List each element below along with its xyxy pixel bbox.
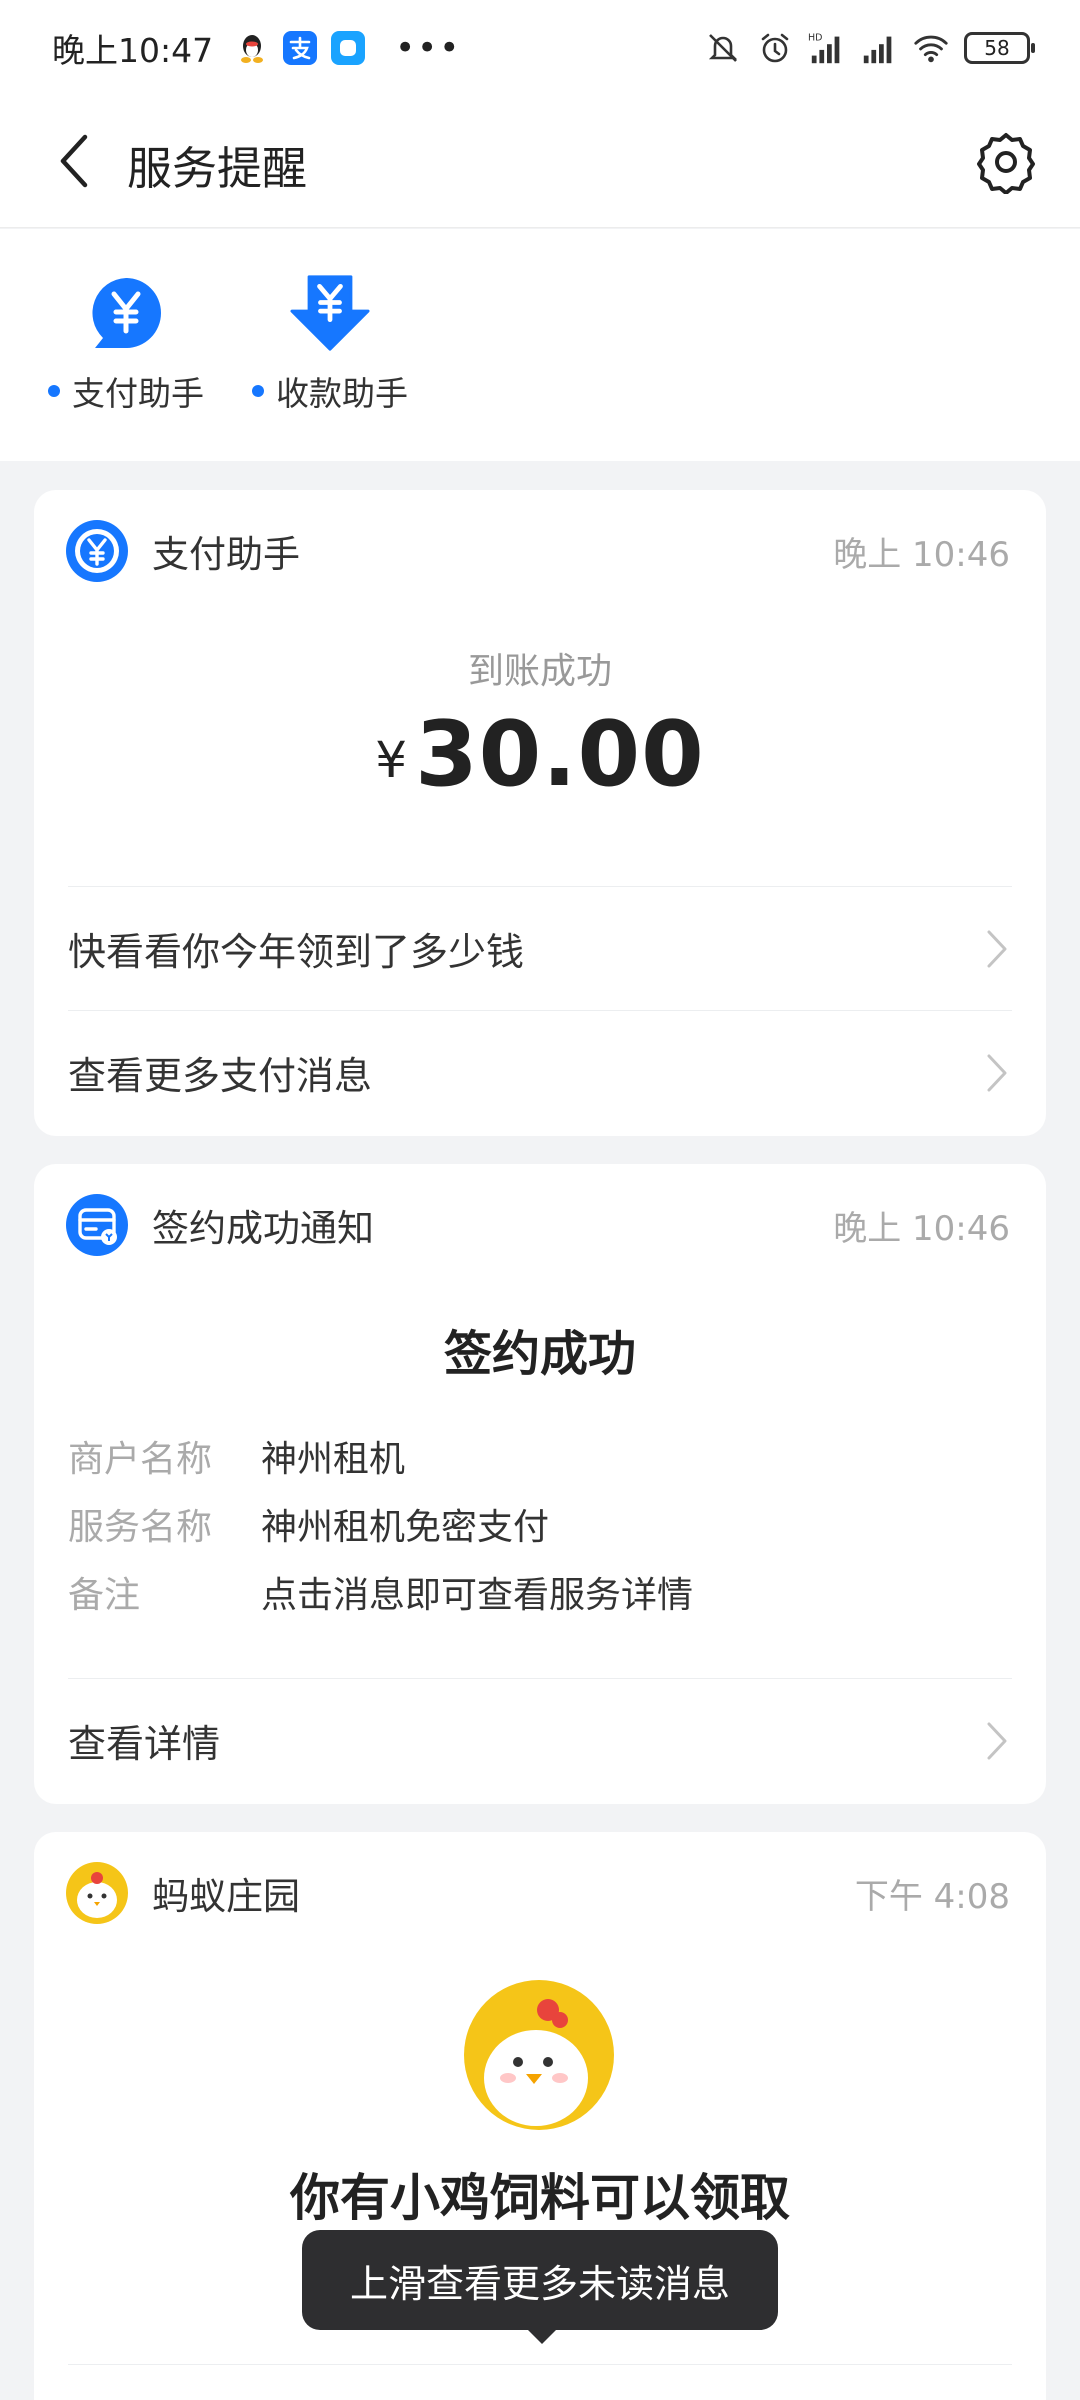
alarm-icon bbox=[756, 29, 794, 67]
chevron-right-icon bbox=[982, 1721, 1012, 1761]
contract-icon bbox=[66, 1194, 128, 1256]
field-service-name: 服务名称 神州租机免密支付 bbox=[68, 1498, 1012, 1550]
shortcut-label: 支付助手 bbox=[72, 374, 204, 413]
svg-text:HD: HD bbox=[808, 32, 822, 43]
row-divider bbox=[68, 2364, 1012, 2400]
payment-amount: ¥30.00 bbox=[34, 702, 1046, 807]
row-more-payment-messages[interactable]: 查看更多支付消息 bbox=[68, 1010, 1012, 1134]
card-title: 蚂蚁庄园 bbox=[152, 1875, 300, 1918]
mute-icon bbox=[704, 29, 742, 67]
notification-icons: ••• bbox=[235, 31, 461, 65]
row-label: 查看详情 bbox=[68, 1722, 221, 1766]
row-view-details[interactable]: 查看详情 bbox=[68, 1678, 1012, 1802]
contract-card[interactable]: 签约成功通知 晚上 10:46 签约成功 商户名称 神州租机 服务名称 神州租机… bbox=[34, 1164, 1046, 1804]
signal-icon bbox=[860, 29, 898, 67]
currency-symbol: ¥ bbox=[375, 731, 408, 789]
card-time: 下午 4:08 bbox=[854, 1876, 1010, 1917]
card-title: 支付助手 bbox=[152, 533, 300, 576]
field-remark: 备注 点击消息即可查看服务详情 bbox=[68, 1566, 1012, 1618]
signal-hd-icon: HD bbox=[808, 29, 846, 67]
row-label: 查看更多支付消息 bbox=[68, 1054, 373, 1098]
payment-card[interactable]: 支付助手 晚上 10:46 到账成功 ¥30.00 快看看你今年领到了多少钱 查… bbox=[34, 490, 1046, 1136]
shortcut-label: 收款助手 bbox=[276, 374, 408, 413]
battery-indicator: 58 bbox=[964, 32, 1035, 64]
contract-status-title: 签约成功 bbox=[443, 1326, 636, 1382]
farm-message-title: 你有小鸡饲料可以领取 bbox=[290, 2169, 790, 2227]
chick-avatar bbox=[464, 1980, 614, 2130]
field-value: 点击消息即可查看服务详情 bbox=[261, 1575, 694, 1616]
chevron-right-icon bbox=[982, 929, 1012, 969]
yuan-icon bbox=[66, 520, 128, 582]
card-header: 蚂蚁庄园 下午 4:08 bbox=[66, 1862, 1010, 1924]
settings-button[interactable] bbox=[970, 126, 1042, 198]
field-value: 神州租机 bbox=[261, 1439, 406, 1480]
shortcut-collection-assistant[interactable]: 收款助手 bbox=[252, 273, 408, 415]
assistant-shortcuts: 支付助手 收款助手 bbox=[0, 229, 1080, 461]
card-time: 晚上 10:46 bbox=[833, 534, 1010, 575]
status-bar: 晚上10:47 ••• HD 58 bbox=[0, 0, 1080, 96]
amount-value: 30.00 bbox=[415, 702, 705, 807]
gear-icon bbox=[977, 133, 1035, 194]
field-value: 神州租机免密支付 bbox=[261, 1507, 550, 1548]
field-key: 服务名称 bbox=[68, 1507, 213, 1548]
field-key: 商户名称 bbox=[68, 1439, 213, 1480]
back-button[interactable] bbox=[40, 126, 110, 196]
unread-dot bbox=[48, 385, 60, 397]
card-title: 签约成功通知 bbox=[152, 1207, 374, 1250]
yuan-bubble-icon bbox=[86, 273, 166, 353]
shortcut-payment-assistant[interactable]: 支付助手 bbox=[48, 273, 204, 415]
qq-icon bbox=[235, 31, 270, 65]
chick-icon bbox=[66, 1862, 128, 1924]
scroll-hint-toast[interactable]: 上滑查看更多未读消息 bbox=[302, 2230, 778, 2344]
chevron-right-icon bbox=[982, 1053, 1012, 1093]
card-time: 晚上 10:46 bbox=[833, 1208, 1010, 1249]
field-key: 备注 bbox=[68, 1575, 141, 1616]
system-icons: HD 58 bbox=[704, 29, 1035, 67]
chevron-left-icon bbox=[60, 134, 88, 188]
wifi-icon bbox=[912, 29, 950, 67]
field-merchant-name: 商户名称 神州租机 bbox=[68, 1430, 1012, 1482]
payment-status: 到账成功 bbox=[467, 651, 612, 692]
status-time: 晚上10:47 bbox=[52, 31, 214, 70]
row-label: 快看看你今年领到了多少钱 bbox=[68, 930, 525, 974]
page-title: 服务提醒 bbox=[127, 142, 308, 195]
card-header: 签约成功通知 晚上 10:46 bbox=[66, 1194, 1010, 1256]
card-header: 支付助手 晚上 10:46 bbox=[66, 520, 1010, 582]
row-yearly-earnings[interactable]: 快看看你今年领到了多少钱 bbox=[68, 886, 1012, 1010]
app-header: 服务提醒 bbox=[0, 96, 1080, 228]
alipay-icon bbox=[283, 31, 318, 65]
more-notifications-icon: ••• bbox=[395, 28, 462, 68]
messenger-icon bbox=[331, 31, 366, 65]
yuan-down-arrow-icon bbox=[290, 273, 370, 353]
unread-dot bbox=[252, 385, 264, 397]
